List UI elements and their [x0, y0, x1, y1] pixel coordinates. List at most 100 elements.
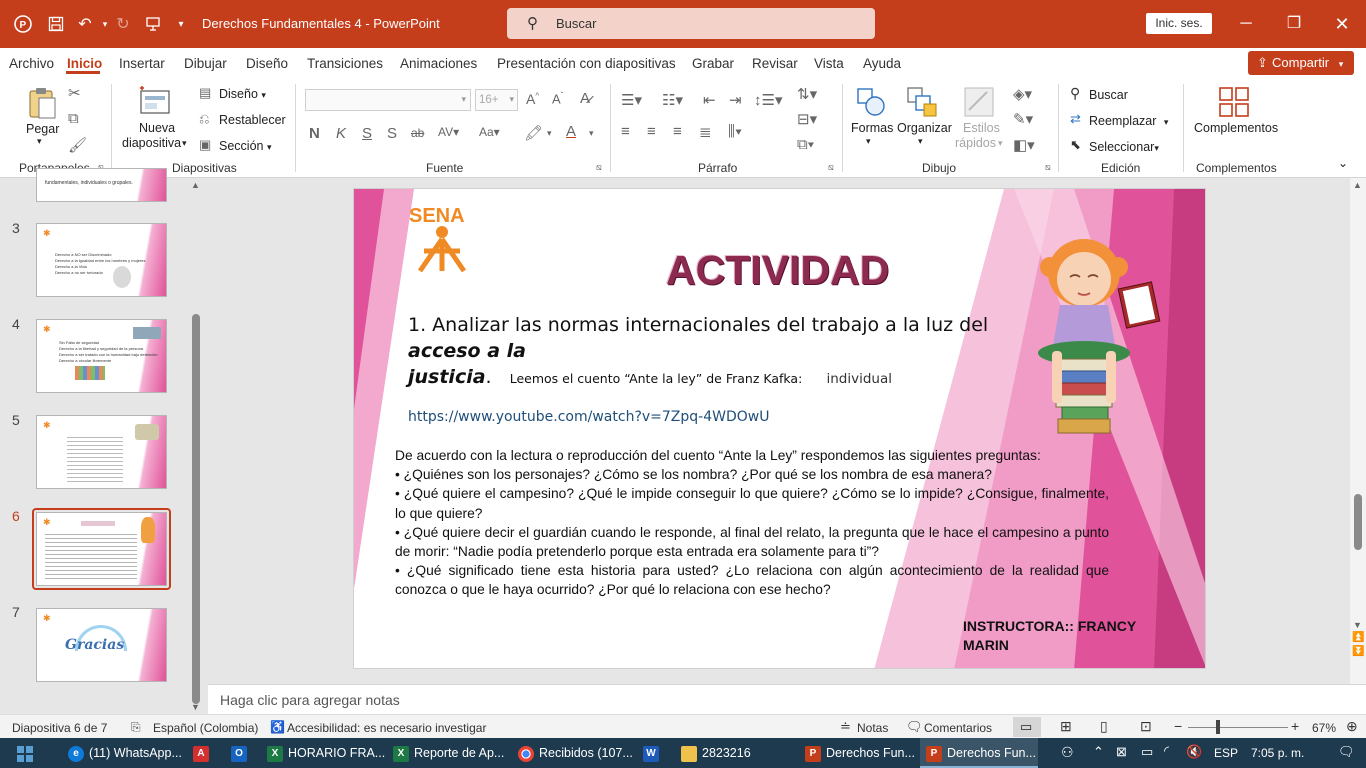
clear-format-icon[interactable]: A̷ [580, 90, 590, 107]
next-slide-icon[interactable]: ⏬ [1352, 646, 1364, 657]
addins-button[interactable]: Complementos [1194, 121, 1278, 135]
font-family-select[interactable]: ▾ [305, 89, 471, 111]
decrease-indent-icon[interactable]: ⇤ [703, 91, 716, 109]
search-input[interactable]: ⚲ Buscar [507, 8, 875, 39]
input-language[interactable]: ESP [1214, 746, 1238, 760]
current-slide[interactable]: SENA ACTIVIDAD 1. Analizar las normas in… [353, 188, 1206, 669]
shapes-icon[interactable] [855, 86, 889, 120]
notes-toggle[interactable]: Notas [857, 721, 888, 735]
reading-view-icon[interactable]: ▯ [1100, 718, 1108, 735]
shape-effects-icon[interactable]: ◧▾ [1013, 136, 1035, 154]
quick-styles-label-2[interactable]: rápidos [955, 136, 996, 150]
highlight-icon[interactable]: 🖍 [524, 124, 543, 142]
new-slide-icon[interactable] [138, 86, 172, 120]
replace-button[interactable]: Reemplazar ▾ [1089, 114, 1168, 128]
customize-toolbar-icon[interactable]: ▾ [170, 13, 192, 35]
arrange-dropdown-icon[interactable]: ▾ [918, 136, 923, 147]
clock[interactable]: 7:05 p. m. [1251, 746, 1304, 760]
slide-scrollbar[interactable]: ▲ ▼ ⏫ ⏬ [1350, 178, 1366, 684]
accessibility-status[interactable]: Accesibilidad: es necesario investigar [287, 721, 486, 735]
font-color-icon[interactable]: A [566, 123, 576, 140]
previous-slide-icon[interactable]: ⏫ [1352, 632, 1364, 643]
scroll-up-icon[interactable]: ▲ [191, 180, 200, 190]
scroll-up-icon[interactable]: ▲ [1353, 180, 1362, 190]
find-button[interactable]: Buscar [1089, 88, 1128, 102]
tab-inicio[interactable]: Inicio [67, 56, 102, 71]
tab-animaciones[interactable]: Animaciones [400, 56, 477, 71]
line-spacing-icon[interactable]: ↕☰▾ [754, 91, 782, 109]
justify-icon[interactable]: ≣ [699, 123, 712, 141]
taskbar-excel-reporte[interactable]: X Reporte de Ap... [387, 738, 507, 768]
font-color-dropdown-icon[interactable]: ▾ [589, 128, 594, 139]
paragraph-launcher-icon[interactable]: ⧅ [828, 162, 834, 173]
scroll-down-icon[interactable]: ▼ [191, 702, 200, 712]
smartart-icon[interactable]: ⧉▾ [797, 136, 814, 153]
taskbar-word[interactable]: W [637, 738, 667, 768]
thumbnail-slide-2[interactable]: fundamentales, individuales o grupales. [36, 168, 167, 202]
columns-icon[interactable]: ⫼▾ [728, 123, 742, 140]
tab-presentacion[interactable]: Presentación con diapositivas [497, 56, 676, 71]
thumbnail-slide-7[interactable]: ✱ Gracias [36, 608, 167, 682]
text-direction-icon[interactable]: ⇅▾ [797, 85, 817, 103]
zoom-level[interactable]: 67% [1312, 721, 1336, 735]
align-right-icon[interactable]: ≡ [673, 123, 682, 140]
new-slide-dropdown-icon[interactable]: ▾ [182, 138, 187, 149]
slide-scrollbar-thumb[interactable] [1354, 494, 1362, 550]
tab-archivo[interactable]: Archivo [9, 56, 54, 71]
restore-icon[interactable]: ❐ [1280, 10, 1308, 38]
tab-vista[interactable]: Vista [814, 56, 844, 71]
addins-icon[interactable] [1218, 86, 1252, 120]
normal-view-button[interactable]: ▭ [1013, 717, 1041, 737]
collapse-ribbon-icon[interactable]: ⌄ [1338, 156, 1348, 170]
shapes-button[interactable]: Formas [851, 121, 893, 135]
char-spacing-icon[interactable]: AV▾ [438, 125, 459, 139]
tab-ayuda[interactable]: Ayuda [863, 56, 901, 71]
decrease-font-icon[interactable]: Aˇ [552, 91, 563, 106]
increase-indent-icon[interactable]: ⇥ [729, 91, 742, 109]
numbering-icon[interactable]: ☷▾ [662, 91, 683, 109]
volume-muted-icon[interactable]: 🔇 [1186, 744, 1202, 760]
comments-toggle[interactable]: Comentarios [924, 721, 992, 735]
slide-sorter-icon[interactable]: ⊞ [1060, 718, 1072, 735]
spelling-icon[interactable]: ⎘ [131, 720, 141, 735]
battery-icon[interactable]: ▭ [1141, 744, 1153, 760]
shape-outline-icon[interactable]: ✎▾ [1013, 110, 1033, 128]
paste-button[interactable]: Pegar [26, 122, 59, 136]
increase-font-icon[interactable]: A^ [526, 91, 539, 107]
zoom-slider-handle[interactable] [1216, 720, 1220, 734]
arrange-icon[interactable] [906, 86, 940, 120]
select-button[interactable]: Seleccionar▾ [1089, 140, 1159, 154]
taskbar-chrome[interactable]: Recibidos (107... [512, 738, 633, 768]
section-button[interactable]: Sección ▾ [219, 139, 272, 153]
thumbnail-slide-6[interactable]: ✱ [36, 512, 167, 586]
underline-icon[interactable]: S [362, 125, 372, 142]
undo-icon[interactable]: ↶ [74, 13, 96, 35]
taskbar-powerpoint-1[interactable]: P Derechos Fun... [799, 738, 915, 768]
language-status[interactable]: Español (Colombia) [153, 721, 258, 735]
fit-slide-icon[interactable]: ⊕ [1346, 718, 1358, 735]
drawing-launcher-icon[interactable]: ⧅ [1045, 162, 1051, 173]
slideshow-icon[interactable]: ⊡ [1140, 718, 1152, 735]
zoom-out-icon[interactable]: − [1174, 718, 1182, 734]
tab-transiciones[interactable]: Transiciones [307, 56, 383, 71]
notes-pane[interactable]: Haga clic para agregar notas [208, 684, 1366, 714]
quick-styles-dropdown-icon[interactable]: ▾ [998, 138, 1003, 149]
quick-styles-label-1[interactable]: Estilos [963, 121, 1000, 135]
people-icon[interactable]: ⚇ [1061, 744, 1074, 761]
paste-dropdown-icon[interactable]: ▾ [37, 136, 42, 147]
signin-button[interactable]: Inic. ses. [1146, 13, 1212, 34]
strikethrough-icon[interactable]: ab [411, 126, 424, 140]
taskbar-folder[interactable]: 2823216 [675, 738, 793, 768]
tab-grabar[interactable]: Grabar [692, 56, 734, 71]
italic-icon[interactable]: K [336, 125, 346, 142]
align-text-icon[interactable]: ⊟▾ [797, 110, 817, 128]
taskbar-powerpoint-2[interactable]: P Derechos Fun... [920, 738, 1038, 768]
quick-styles-icon[interactable] [963, 86, 997, 120]
tab-dibujar[interactable]: Dibujar [184, 56, 227, 71]
share-button[interactable]: ⇪ Compartir ▾ [1248, 51, 1354, 75]
shapes-dropdown-icon[interactable]: ▾ [866, 136, 871, 147]
taskbar-acrobat[interactable]: A [186, 738, 216, 768]
reset-button[interactable]: Restablecer [219, 113, 286, 127]
arrange-button[interactable]: Organizar [897, 121, 952, 135]
align-left-icon[interactable]: ≡ [621, 123, 630, 140]
